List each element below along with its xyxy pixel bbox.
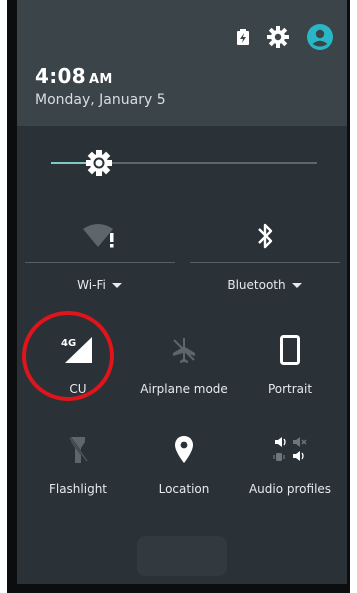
- audio-profiles-tile[interactable]: Audio profiles: [235, 430, 345, 520]
- portrait-icon: [235, 330, 345, 370]
- audio-profiles-icon: [235, 430, 345, 470]
- chevron-down-icon: [291, 282, 302, 288]
- audio-profiles-label: Audio profiles: [248, 482, 332, 496]
- account-icon[interactable]: [307, 24, 333, 54]
- airplane-mode-tile[interactable]: Airplane mode: [129, 330, 239, 420]
- battery-charging-icon[interactable]: [237, 29, 249, 49]
- bluetooth-dropdown[interactable]: Bluetooth: [182, 278, 347, 292]
- bluetooth-label: Bluetooth: [227, 278, 286, 292]
- flashlight-icon: [23, 430, 133, 470]
- wifi-dropdown[interactable]: Wi-Fi: [17, 278, 182, 292]
- screen-frame: 4:08 AM Monday, January 5 Wi-Fi Bluetoot…: [7, 0, 350, 593]
- highlight-circle: [22, 311, 114, 401]
- brightness-row: [17, 126, 347, 198]
- location-tile[interactable]: Location: [129, 430, 239, 520]
- flashlight-tile[interactable]: Flashlight: [23, 430, 133, 520]
- wifi-alert-icon: [17, 216, 182, 256]
- wifi-divider: [25, 262, 175, 263]
- chevron-down-icon: [111, 282, 122, 288]
- wifi-label: Wi-Fi: [77, 278, 106, 292]
- panel-drag-handle[interactable]: [137, 536, 227, 576]
- clock-time: 4:08 AM: [35, 64, 113, 88]
- quick-settings-panel: 4:08 AM Monday, January 5 Wi-Fi Bluetoot…: [17, 0, 347, 584]
- wifi-tile[interactable]: Wi-Fi: [17, 214, 182, 314]
- bluetooth-tile[interactable]: Bluetooth: [182, 214, 347, 314]
- clock-hours: 4:08: [35, 64, 86, 88]
- location-label: Location: [158, 482, 210, 496]
- quick-settings-header: 4:08 AM Monday, January 5: [17, 0, 347, 126]
- clock-ampm: AM: [88, 72, 113, 87]
- airplane-icon: [129, 330, 239, 370]
- bluetooth-icon: [182, 216, 347, 256]
- gear-icon[interactable]: [267, 26, 289, 52]
- brightness-thumb-icon[interactable]: [85, 149, 113, 177]
- header-icons: [237, 24, 333, 54]
- brightness-slider[interactable]: [51, 150, 317, 176]
- rotation-label: Portrait: [267, 382, 313, 396]
- rotation-tile[interactable]: Portrait: [235, 330, 345, 420]
- date-label: Monday, January 5: [35, 92, 166, 108]
- bluetooth-divider: [190, 262, 340, 263]
- airplane-mode-label: Airplane mode: [140, 382, 228, 396]
- flashlight-label: Flashlight: [48, 482, 108, 496]
- location-pin-icon: [129, 430, 239, 470]
